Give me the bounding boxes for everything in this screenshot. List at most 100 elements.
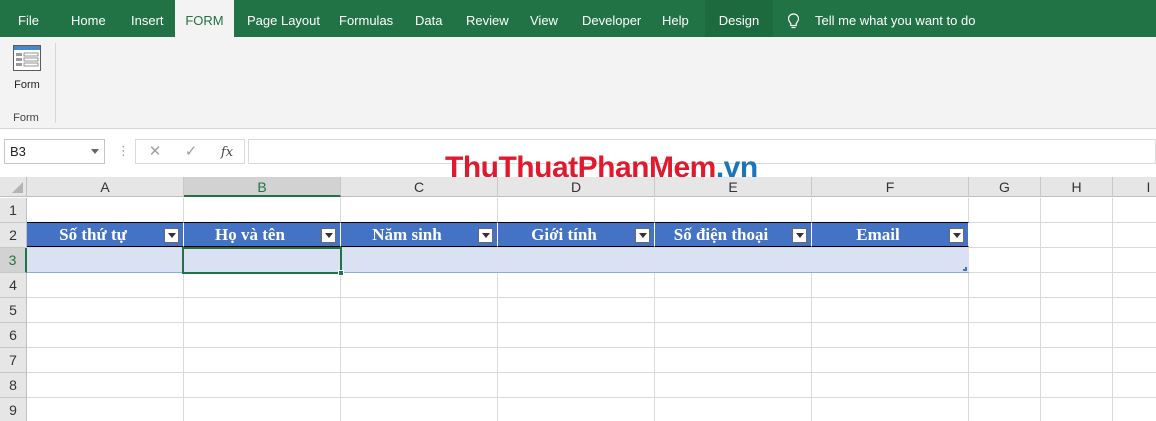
column-header-g[interactable]: G xyxy=(969,177,1041,197)
grid-cell[interactable] xyxy=(812,273,969,298)
tab-formulas[interactable]: Formulas xyxy=(339,0,393,37)
grid-cell[interactable] xyxy=(1041,373,1113,398)
grid-cell[interactable] xyxy=(969,323,1041,348)
tab-form[interactable]: FORM xyxy=(175,0,234,37)
filter-dropdown-icon[interactable] xyxy=(949,228,964,243)
column-header-c[interactable]: C xyxy=(341,177,498,197)
grid-cell[interactable] xyxy=(27,198,184,223)
grid-cell[interactable] xyxy=(27,373,184,398)
grid-cell[interactable] xyxy=(184,373,341,398)
grid-cell[interactable] xyxy=(1041,398,1113,421)
grid-cell[interactable] xyxy=(655,298,812,323)
grid-cell[interactable] xyxy=(184,348,341,373)
row-header-5[interactable]: 5 xyxy=(0,298,27,323)
tab-page-layout[interactable]: Page Layout xyxy=(247,0,320,37)
grid-cell[interactable] xyxy=(1041,323,1113,348)
column-header-i[interactable]: I xyxy=(1113,177,1156,197)
cancel-icon[interactable]: ✕ xyxy=(140,140,170,163)
table-header-so-thu-tu[interactable]: Số thứ tự xyxy=(27,222,184,247)
grid-cell[interactable] xyxy=(341,198,498,223)
tab-review[interactable]: Review xyxy=(466,0,509,37)
insert-function-button[interactable]: fx xyxy=(212,140,242,163)
grid-cell[interactable] xyxy=(812,323,969,348)
row-header-2[interactable]: 2 xyxy=(0,223,27,248)
grid-cell[interactable] xyxy=(1113,248,1156,273)
grid-cell[interactable] xyxy=(969,373,1041,398)
grid-cell[interactable] xyxy=(655,398,812,421)
grid-cell[interactable] xyxy=(655,348,812,373)
grid-cell[interactable] xyxy=(1113,398,1156,421)
grid-cell[interactable] xyxy=(184,323,341,348)
tab-home[interactable]: Home xyxy=(71,0,106,37)
tab-file[interactable]: File xyxy=(18,0,39,37)
row-header-4[interactable]: 4 xyxy=(0,273,27,298)
name-box[interactable]: B3 xyxy=(4,139,105,164)
grid-cell[interactable] xyxy=(498,398,655,421)
filter-dropdown-icon[interactable] xyxy=(321,228,336,243)
grid-cell[interactable] xyxy=(1041,298,1113,323)
grid-cell[interactable] xyxy=(812,373,969,398)
column-header-h[interactable]: H xyxy=(1041,177,1113,197)
grid-cell[interactable] xyxy=(1113,298,1156,323)
table-data-row[interactable] xyxy=(27,248,969,273)
grid-cell[interactable] xyxy=(1113,323,1156,348)
filter-dropdown-icon[interactable] xyxy=(164,228,179,243)
row-header-7[interactable]: 7 xyxy=(0,348,27,373)
grid-cell[interactable] xyxy=(184,273,341,298)
grid-cell[interactable] xyxy=(969,273,1041,298)
grid-cell[interactable] xyxy=(969,348,1041,373)
row-header-1[interactable]: 1 xyxy=(0,198,27,223)
enter-icon[interactable]: ✓ xyxy=(176,140,206,163)
grid-cell[interactable] xyxy=(969,223,1041,248)
grid-cell[interactable] xyxy=(27,323,184,348)
filter-dropdown-icon[interactable] xyxy=(635,228,650,243)
tab-view[interactable]: View xyxy=(530,0,558,37)
grid-cell[interactable] xyxy=(498,198,655,223)
grid-cell[interactable] xyxy=(184,198,341,223)
grid-cell[interactable] xyxy=(969,298,1041,323)
grid-cell[interactable] xyxy=(184,298,341,323)
active-cell-b3[interactable] xyxy=(182,247,342,274)
table-header-ho-va-ten[interactable]: Họ và tên xyxy=(184,222,341,247)
grid-cell[interactable] xyxy=(812,348,969,373)
grid-cell[interactable] xyxy=(341,348,498,373)
grid-cell[interactable] xyxy=(498,323,655,348)
tab-data[interactable]: Data xyxy=(415,0,442,37)
grid-cell[interactable] xyxy=(1113,348,1156,373)
grid-cell[interactable] xyxy=(27,273,184,298)
grid-cell[interactable] xyxy=(27,348,184,373)
select-all-button[interactable] xyxy=(0,177,27,197)
chevron-down-icon[interactable] xyxy=(91,149,99,154)
grid-cell[interactable] xyxy=(812,398,969,421)
grid-cell[interactable] xyxy=(1113,273,1156,298)
tab-design[interactable]: Design xyxy=(705,0,773,37)
grid-cell[interactable] xyxy=(1041,223,1113,248)
grid-cell[interactable] xyxy=(184,398,341,421)
grid-cell[interactable] xyxy=(655,273,812,298)
grid-cell[interactable] xyxy=(1041,348,1113,373)
filter-dropdown-icon[interactable] xyxy=(478,228,493,243)
fill-handle[interactable] xyxy=(338,270,344,276)
grid-cell[interactable] xyxy=(969,198,1041,223)
grid-cell[interactable] xyxy=(969,398,1041,421)
grid-cell[interactable] xyxy=(1113,373,1156,398)
grid-cell[interactable] xyxy=(498,373,655,398)
filter-dropdown-icon[interactable] xyxy=(792,228,807,243)
column-header-b[interactable]: B xyxy=(184,177,341,197)
grid-cell[interactable] xyxy=(969,248,1041,273)
grid-cell[interactable] xyxy=(1113,198,1156,223)
table-header-gioi-tinh[interactable]: Giới tính xyxy=(498,222,655,247)
grid-cell[interactable] xyxy=(498,348,655,373)
grid-cell[interactable] xyxy=(341,273,498,298)
table-header-email[interactable]: Email xyxy=(812,222,969,247)
row-header-9[interactable]: 9 xyxy=(0,398,27,421)
tab-insert[interactable]: Insert xyxy=(131,0,164,37)
grid-cell[interactable] xyxy=(1041,198,1113,223)
form-button[interactable]: Form xyxy=(8,43,46,95)
grid-cell[interactable] xyxy=(27,298,184,323)
tab-help[interactable]: Help xyxy=(662,0,689,37)
row-header-6[interactable]: 6 xyxy=(0,323,27,348)
grid-cell[interactable] xyxy=(655,323,812,348)
table-resize-handle[interactable] xyxy=(963,267,967,271)
row-header-8[interactable]: 8 xyxy=(0,373,27,398)
